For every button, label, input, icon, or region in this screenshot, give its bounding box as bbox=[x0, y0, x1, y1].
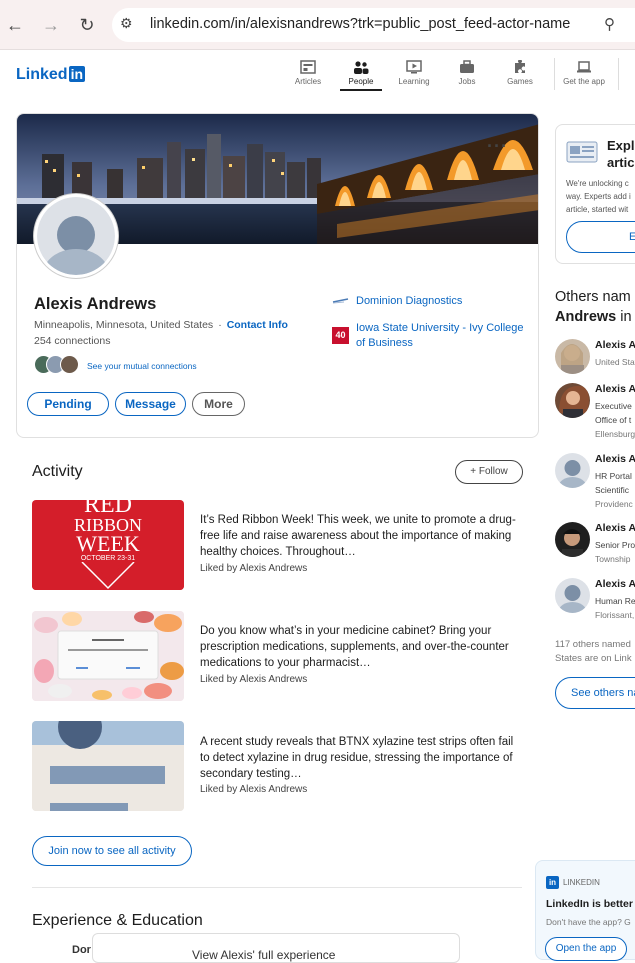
post-thumbnail-xylazine[interactable] bbox=[32, 721, 184, 811]
explore-title: Exploarticl bbox=[607, 138, 635, 170]
profile-name: Alexis Andrews bbox=[34, 295, 157, 313]
post-text[interactable]: It’s Red Ribbon Week! This week, we unit… bbox=[200, 512, 520, 560]
nav-get-the-app-label: Get the app bbox=[563, 77, 605, 86]
others-named-title: Others nam Andrews in bbox=[555, 289, 632, 325]
nav-articles-label: Articles bbox=[294, 77, 322, 86]
person-name: Alexis An bbox=[595, 522, 635, 534]
articles-icon bbox=[300, 60, 316, 74]
reload-icon[interactable]: ↻ bbox=[76, 14, 98, 36]
explore-button[interactable]: E bbox=[566, 221, 635, 253]
nav-people-label: People bbox=[348, 77, 374, 86]
person-avatar bbox=[555, 383, 590, 418]
explore-text: We're unlocking c way. Experts add i artic… bbox=[566, 179, 631, 214]
person-details: United Stat bbox=[595, 357, 635, 367]
follow-label: Follow bbox=[478, 466, 508, 477]
profile-location: Minneapolis, Minnesota, United States · Co… bbox=[34, 319, 288, 331]
person-name: Alexis An bbox=[595, 578, 635, 590]
post-liked-by: Liked by Alexis Andrews bbox=[200, 674, 308, 685]
separator-dot: · bbox=[218, 319, 222, 331]
post-thumbnail-medications[interactable] bbox=[32, 611, 184, 701]
laptop-icon bbox=[577, 61, 591, 73]
person-details: Senior Pro Township bbox=[595, 540, 635, 564]
view-full-experience-text[interactable]: View Alexis' full experience bbox=[192, 948, 335, 962]
activity-title: Activity bbox=[32, 463, 83, 480]
forward-arrow-icon[interactable]: → bbox=[40, 14, 62, 36]
learning-icon bbox=[406, 60, 422, 74]
linkedin-small-icon: in bbox=[546, 876, 559, 889]
person-details: HR Portal Scientific Providenc bbox=[595, 471, 633, 509]
nav-learning[interactable]: Learning bbox=[392, 58, 436, 86]
person-name: Alexis An bbox=[595, 453, 635, 465]
connections-count: 254 connections bbox=[34, 335, 111, 347]
articles-illustration-icon bbox=[566, 141, 598, 163]
nav-games[interactable]: Games bbox=[498, 58, 542, 86]
dominion-diagnostics-logo bbox=[332, 298, 349, 304]
person-name: Alexis A bbox=[595, 339, 635, 351]
toast-subtitle: Don't have the app? G bbox=[546, 917, 631, 927]
person-name: Alexis A. bbox=[595, 383, 635, 395]
section-divider bbox=[32, 887, 522, 888]
follow-button[interactable]: + Follow bbox=[455, 460, 523, 484]
post-liked-by: Liked by Alexis Andrews bbox=[200, 784, 308, 795]
nav-divider bbox=[554, 58, 555, 90]
nav-learning-label: Learning bbox=[398, 77, 430, 86]
experience-title: Experience & Education bbox=[32, 912, 203, 929]
thumb-text: WEEK bbox=[76, 531, 140, 556]
person-avatar bbox=[555, 522, 590, 557]
nav-divider bbox=[618, 58, 619, 90]
nav-games-label: Games bbox=[507, 77, 533, 86]
mutual-avatar bbox=[60, 355, 79, 374]
contact-info-link[interactable]: Contact Info bbox=[227, 319, 288, 331]
open-app-button[interactable]: Open the app bbox=[545, 937, 627, 961]
toast-brand: in LINKEDIN bbox=[546, 876, 600, 889]
people-icon bbox=[354, 61, 369, 74]
nav-jobs-label: Jobs bbox=[458, 77, 476, 86]
org-link[interactable]: Iowa State University - Ivy College of B… bbox=[356, 321, 526, 351]
post-text[interactable]: Do you know what’s in your medicine cabi… bbox=[200, 623, 520, 671]
experience-partial-text: Dor bbox=[72, 944, 91, 956]
explore-articles-card: Exploarticl We're unlocking cway. Expert… bbox=[555, 124, 635, 264]
active-nav-indicator bbox=[340, 89, 382, 91]
others-count-note: 117 others named States are on Link bbox=[555, 639, 632, 664]
person-avatar bbox=[555, 339, 590, 374]
post-thumbnail-red-ribbon[interactable]: RED RIBBON WEEK OCTOBER 23-31 bbox=[32, 500, 184, 590]
see-others-button[interactable]: See others na bbox=[555, 677, 635, 709]
person-details: Human Re Florissant, bbox=[595, 596, 635, 620]
thumb-text: RED bbox=[84, 500, 132, 518]
location-text: Minneapolis, Minnesota, United States bbox=[34, 319, 214, 331]
more-options-icon[interactable]: ··· bbox=[487, 136, 508, 157]
nav-articles[interactable]: Articles bbox=[286, 58, 330, 86]
nav-get-the-app[interactable]: Get the app bbox=[562, 58, 606, 86]
person-avatar bbox=[555, 453, 590, 488]
org-link[interactable]: Dominion Diagnostics bbox=[356, 294, 526, 309]
jobs-icon bbox=[460, 60, 474, 73]
mutual-connections-link[interactable]: See your mutual connections bbox=[87, 361, 197, 371]
profile-card bbox=[16, 113, 539, 438]
zoom-icon[interactable]: ⚲ bbox=[604, 15, 615, 33]
person-details: Executive Office of t Ellensburg bbox=[595, 401, 635, 439]
iowa-state-logo: 40 bbox=[332, 327, 349, 344]
games-icon bbox=[515, 60, 525, 73]
post-text[interactable]: A recent study reveals that BTNX xylazin… bbox=[200, 734, 520, 782]
profile-avatar[interactable] bbox=[34, 194, 118, 278]
nav-jobs[interactable]: Jobs bbox=[445, 58, 489, 86]
message-button[interactable]: Message bbox=[115, 392, 186, 416]
nav-people[interactable]: People bbox=[339, 58, 383, 86]
site-settings-icon[interactable]: ⚙ bbox=[120, 15, 133, 32]
linkedin-logo[interactable]: Linked in bbox=[16, 66, 86, 84]
person-avatar bbox=[555, 578, 590, 613]
thumb-text: OCTOBER 23-31 bbox=[80, 555, 136, 562]
plus-icon: + bbox=[470, 466, 477, 477]
url-text[interactable]: linkedin.com/in/alexisnandrews?trk=publi… bbox=[150, 16, 570, 32]
pending-button[interactable]: Pending bbox=[27, 392, 109, 416]
more-button[interactable]: More bbox=[192, 392, 245, 416]
post-liked-by: Liked by Alexis Andrews bbox=[200, 563, 308, 574]
toast-title: LinkedIn is better o bbox=[546, 898, 635, 910]
back-arrow-icon[interactable]: ← bbox=[4, 14, 26, 36]
join-now-button[interactable]: Join now to see all activity bbox=[32, 836, 192, 866]
